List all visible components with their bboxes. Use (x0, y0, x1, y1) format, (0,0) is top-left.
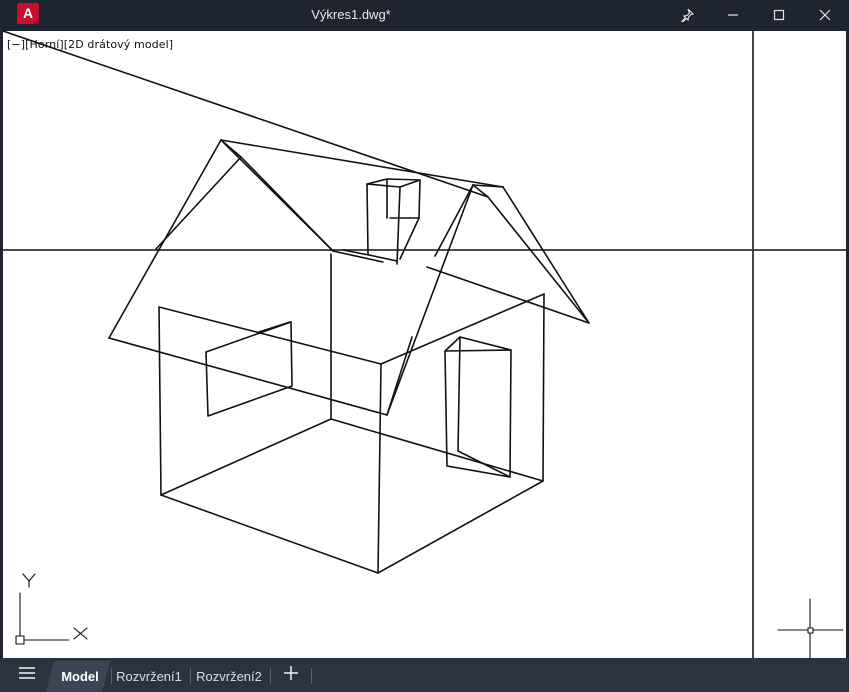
hamburger-menu-icon (18, 666, 36, 685)
minimize-icon (727, 9, 739, 21)
ucs-icon (15, 573, 88, 645)
layout-menu-button[interactable] (12, 664, 42, 686)
layout-tab-bar: Model Rozvržení1 Rozvržení2 (0, 658, 849, 692)
tab-rozvrzeni2[interactable]: Rozvržení2 (196, 661, 262, 692)
minimize-button[interactable] (710, 0, 756, 29)
maximize-icon (773, 9, 785, 21)
tab-separator (111, 668, 112, 684)
plus-icon (283, 665, 299, 686)
maximize-button[interactable] (756, 0, 802, 29)
document-title: Výkres1.dwg* (311, 7, 391, 22)
pin-icon (680, 8, 694, 22)
drawing-canvas[interactable]: [−][Horní][2D drátový model] (3, 31, 846, 658)
add-layout-button[interactable] (279, 663, 303, 687)
house-wireframe (3, 31, 590, 574)
close-button[interactable] (802, 0, 848, 29)
tab-rozvrzeni1[interactable]: Rozvržení1 (116, 661, 182, 692)
autocad-window: A Výkres1.dwg* [−][Horní][2D drátový mod… (0, 0, 849, 692)
drawing-svg (3, 31, 846, 658)
close-icon (819, 9, 831, 21)
cursor-crosshair-icon (777, 598, 844, 658)
tab-separator (190, 668, 191, 684)
title-bar: A Výkres1.dwg* (0, 0, 849, 29)
pin-button[interactable] (664, 0, 710, 29)
tab-separator (311, 668, 312, 684)
tab-model[interactable]: Model (52, 661, 108, 692)
tab-separator (270, 668, 271, 684)
